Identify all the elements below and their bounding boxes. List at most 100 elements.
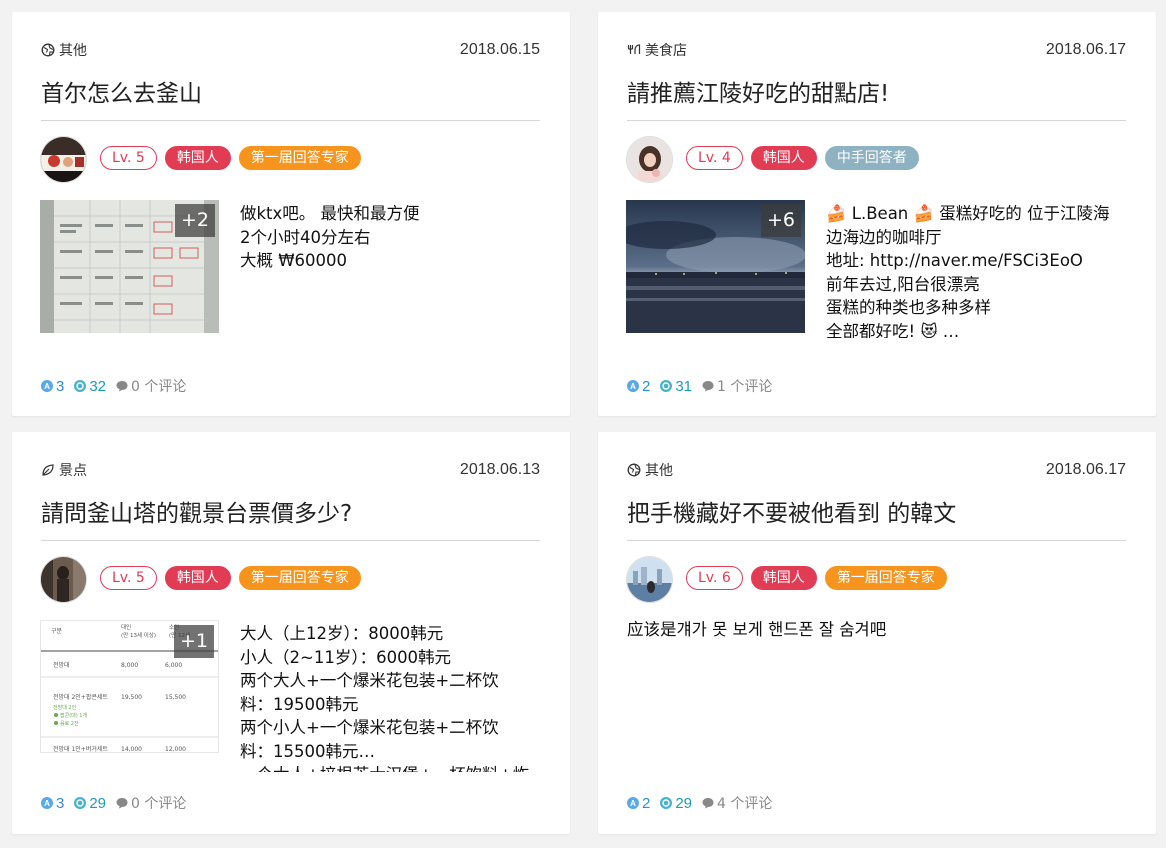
avatar[interactable] [40,136,87,183]
answer-line: 大人（上12岁）：8000韩元 [240,624,444,643]
question-card[interactable]: 其他 2018.06.15 首尔怎么去釜山 Lv. 5 韩国人 第一届回答专家 … [12,12,570,416]
svg-text:팝콘(대) 1개: 팝콘(대) 1개 [60,712,87,719]
svg-text:전망대 1인+버거세트: 전망대 1인+버거세트 [53,745,108,753]
answer-line: 2个小时40分左右 [240,227,371,247]
svg-text:8,000: 8,000 [121,662,138,669]
avatar[interactable] [626,556,673,603]
answer-line: 应该是걔가 못 보게 핸드폰 잘 숨겨吧 [627,620,887,639]
level-badge: Lv. 4 [686,146,743,170]
view-icon [74,797,87,809]
svg-text:19,500: 19,500 [121,694,142,701]
answer-line: 小人（2~11岁）：6000韩元 [240,647,452,667]
question-card[interactable]: 景点 2018.06.13 請問釜山塔的觀景台票價多少? Lv. 5 韩国人 第… [12,432,570,834]
svg-text:(만 13세 이상): (만 13세 이상) [121,631,156,639]
answer-preview[interactable]: 大人（上12岁）：8000韩元 小人（2~11岁）：6000韩元 两个大人+一个… [240,622,540,772]
user-badges: Lv. 4 韩国人 中手回答者 [686,146,919,170]
leaf-icon [42,464,54,476]
answer-line: 边海边的咖啡厅 [826,227,942,247]
answer-line: 料：19500韩元 [240,694,359,714]
level-badge: Lv. 5 [100,146,157,170]
question-title[interactable]: 請推薦江陵好吃的甜點店! [627,74,889,108]
category-label: 其他 [627,460,673,480]
level-badge: Lv. 5 [100,566,157,590]
post-date: 2018.06.17 [1045,461,1126,478]
divider [627,120,1126,121]
globe-icon [627,463,641,477]
answer-line: 两个小人+一个爆米花包装+二杯饮 [240,718,499,737]
divider [627,540,1126,541]
answer-icon: A [41,797,53,809]
avatar[interactable] [40,556,87,603]
card-stats: A 2 31 1 个评论 [627,376,772,396]
post-date: 2018.06.13 [459,461,540,478]
comment-icon [702,798,714,809]
category-text: 其他 [645,463,673,479]
role-badge: 中手回答者 [824,146,919,170]
svg-text:A: A [44,382,50,391]
answer-icon: A [627,797,639,809]
svg-text:구분: 구분 [51,628,63,635]
svg-text:A: A [44,799,50,808]
answer-line: 两个大人+一个爆米花包装+二杯饮 [240,671,499,690]
more-images-count[interactable]: +2 [174,204,215,237]
answer-icon: A [627,380,639,392]
comment-count[interactable]: 0 个评论 [116,376,186,396]
answer-line: 一个大人+培根芝士汉堡+一杯饮料+炸 [240,763,540,772]
question-card[interactable]: 美食店 2018.06.17 請推薦江陵好吃的甜點店! Lv. 4 韩国人 中手… [598,12,1156,416]
utensils-icon [627,44,641,54]
category-label: 美食店 [627,40,687,60]
avatar[interactable] [626,136,673,183]
role-badge: 第一届回答专家 [238,146,361,170]
comment-count[interactable]: 4 个评论 [702,793,772,813]
answer-count: A 3 [41,378,64,395]
nationality-badge: 韩国人 [164,566,231,590]
category-label: 景点 [41,460,87,480]
svg-text:A: A [630,382,636,391]
view-icon [660,380,673,392]
comment-count[interactable]: 0 个评论 [116,793,186,813]
answer-line: 料：15500韩元… [240,741,375,761]
answer-line: 做ktx吧。 最快和最方便 [240,204,420,223]
question-title[interactable]: 首尔怎么去釜山 [41,74,202,108]
answer-line: 大概 ₩60000 [240,251,348,270]
question-title[interactable]: 把手機藏好不要被他看到 的韓文 [627,494,956,528]
svg-text:전망대 2인: 전망대 2인 [53,704,77,711]
answer-line: 🍰 L.Bean 🍰 蛋糕好吃的 位于江陵海 [826,204,1110,223]
svg-text:6,000: 6,000 [165,662,182,669]
card-stats: A 2 29 4 个评论 [627,793,772,813]
divider [41,120,540,121]
answer-count: A 3 [41,795,64,812]
answer-thumbnail[interactable]: 구분 대인 (만 13세 이상) 소인 (만 12세 전망대 8,000 6,0… [40,620,219,753]
more-images-count[interactable]: +6 [760,204,801,237]
comment-count[interactable]: 1 个评论 [702,376,772,396]
answer-preview[interactable]: 应该是걔가 못 보게 핸드폰 잘 숨겨吧 [627,618,1137,648]
question-title[interactable]: 請問釜山塔的觀景台票價多少? [41,494,352,528]
user-badges: Lv. 5 韩国人 第一届回答专家 [100,566,361,590]
nationality-badge: 韩国人 [750,566,817,590]
svg-text:15,500: 15,500 [165,694,186,701]
view-count: 29 [74,795,106,812]
answer-line: 前年去过,阳台很漂亮 [826,274,980,294]
view-count: 31 [660,378,692,395]
answer-count: A 2 [627,795,650,812]
level-badge: Lv. 6 [686,566,743,590]
card-stats: A 3 32 0 个评论 [41,376,186,396]
svg-text:A: A [630,799,636,808]
answer-preview[interactable]: 🍰 L.Bean 🍰 蛋糕好吃的 位于江陵海 边海边的咖啡厅 地址: http:… [826,202,1126,338]
user-badges: Lv. 5 韩国人 第一届回答专家 [100,146,361,170]
svg-text:14,000: 14,000 [121,746,142,753]
nationality-badge: 韩国人 [164,146,231,170]
svg-text:전망대 2인+팝콘세트: 전망대 2인+팝콘세트 [53,693,108,701]
answer-line: 全部都好吃! 😻 … [826,321,960,339]
view-count: 32 [74,378,106,395]
answer-preview[interactable]: 做ktx吧。 最快和最方便 2个小时40分左右 大概 ₩60000 [240,202,540,338]
comment-icon [702,381,714,392]
answer-thumbnail[interactable]: +6 [626,200,805,333]
svg-text:대인: 대인 [121,623,131,631]
question-card[interactable]: 其他 2018.06.17 把手機藏好不要被他看到 的韓文 Lv. 6 韩国人 … [598,432,1156,834]
comment-icon [116,381,128,392]
category-text: 景点 [59,463,87,479]
more-images-count[interactable]: +1 [173,625,214,658]
answer-thumbnail[interactable]: +2 [40,200,219,333]
answer-icon: A [41,380,53,392]
